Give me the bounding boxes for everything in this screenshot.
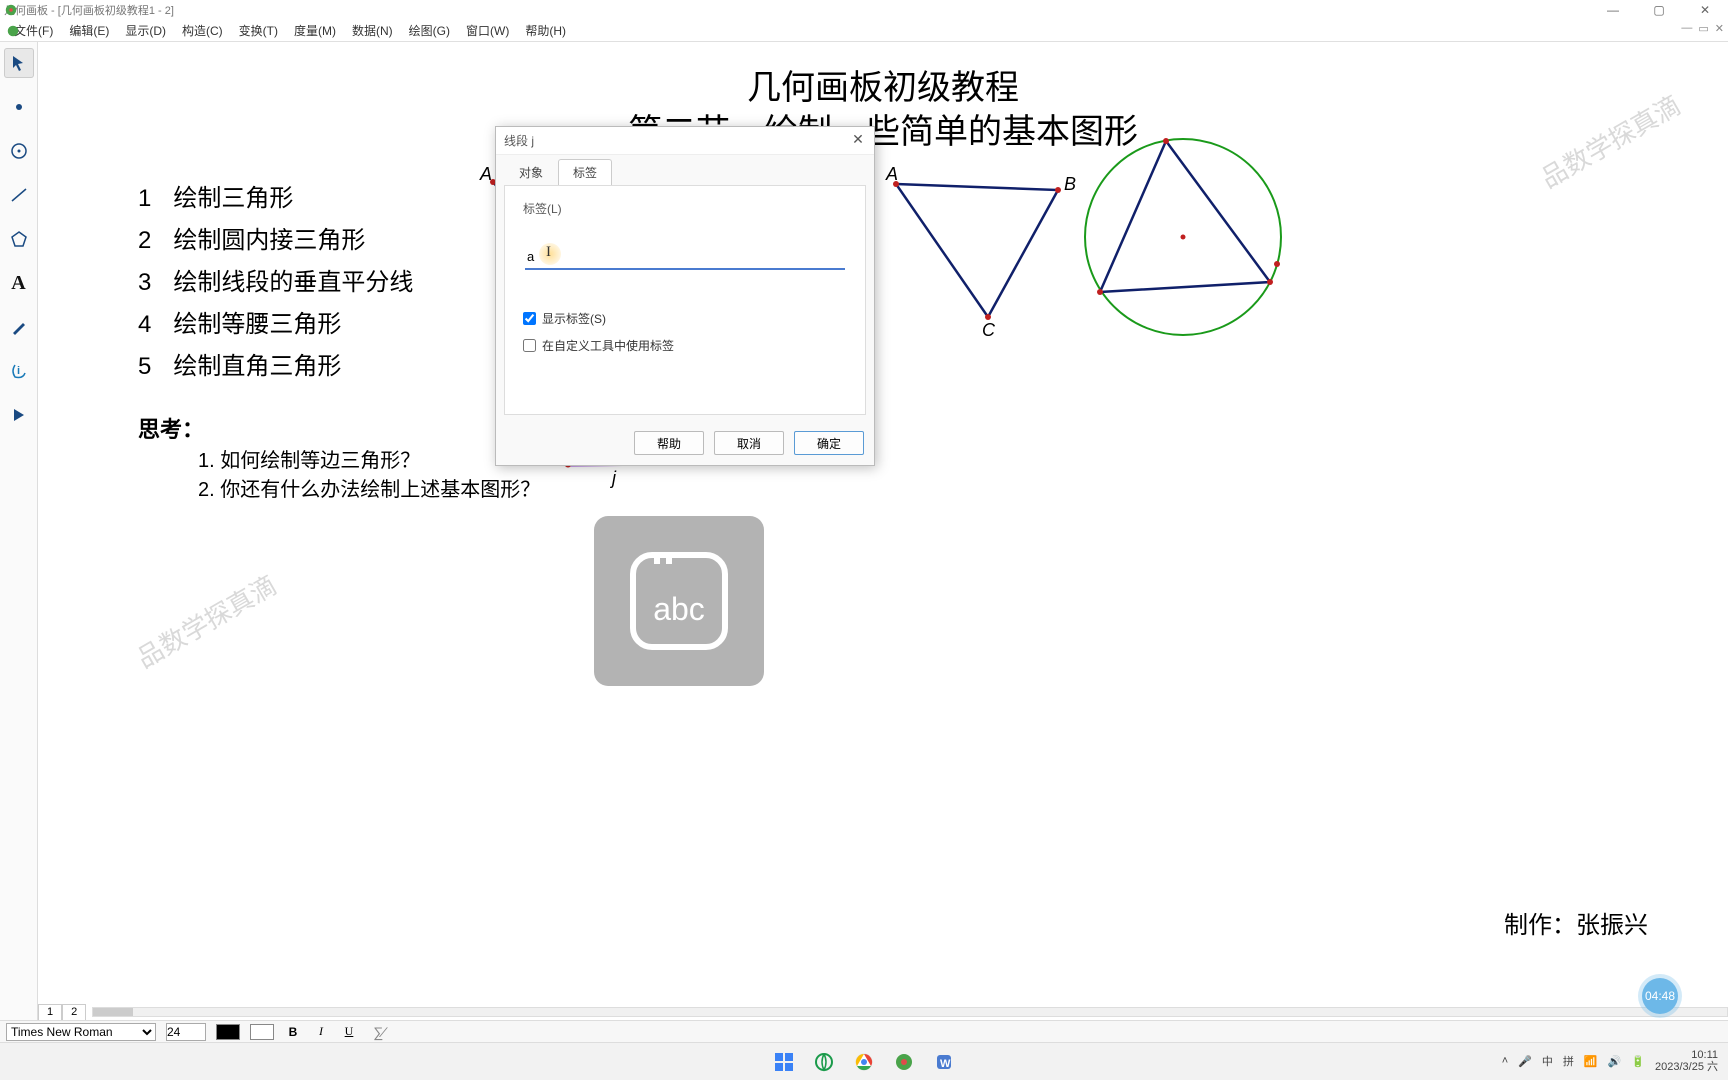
svg-text:A: A: [479, 164, 492, 184]
author-label: 制作：张振兴: [1504, 905, 1648, 940]
menu-bar: 文件(F) 编辑(E) 显示(D) 构造(C) 变换(T) 度量(M) 数据(N…: [0, 20, 1728, 42]
h-scrollbar[interactable]: [92, 1007, 1728, 1017]
svg-text:j: j: [609, 468, 617, 488]
tool-polygon[interactable]: [4, 224, 34, 254]
tool-point[interactable]: [4, 92, 34, 122]
app-icon: [4, 3, 18, 17]
label-dialog: 线段 j ✕ 对象 标签 标签(L) 显示标签(S) 在自定义工具中使用标签 帮…: [495, 126, 875, 466]
menu-graph[interactable]: 绘图(G): [401, 22, 458, 39]
menu-display[interactable]: 显示(D): [117, 22, 174, 39]
maximize-button[interactable]: ▢: [1636, 0, 1682, 20]
mdi-controls: — ▭ ✕: [1681, 22, 1724, 35]
format-bar: Times New Roman B I U ∑∕: [0, 1020, 1728, 1042]
tray-chevron-icon[interactable]: ˄: [1502, 1055, 1508, 1067]
show-label-checkbox[interactable]: 显示标签(S): [523, 310, 847, 327]
tool-marker[interactable]: [4, 312, 34, 342]
underline-button[interactable]: U: [340, 1024, 358, 1039]
window-controls: — ▢ ✕: [1590, 0, 1728, 20]
svg-text:i: i: [17, 365, 20, 377]
math-button[interactable]: ∑∕: [368, 1024, 390, 1040]
mdi-max[interactable]: ▭: [1698, 22, 1708, 35]
text-cursor-icon: [539, 243, 561, 265]
italic-button[interactable]: I: [312, 1024, 330, 1039]
page-tab-2[interactable]: 2: [62, 1004, 86, 1020]
taskbar-app-3[interactable]: W: [931, 1049, 957, 1075]
close-button[interactable]: ✕: [1682, 0, 1728, 20]
tool-text[interactable]: A: [4, 268, 34, 298]
label-field-caption: 标签(L): [523, 200, 851, 217]
tray-mic-icon[interactable]: 🎤: [1518, 1055, 1532, 1068]
doc-icon: [6, 24, 20, 38]
menu-transform[interactable]: 变换(T): [231, 22, 286, 39]
taskbar: W ˄ 🎤 中 拼 📶 🔊 🔋 10:11 2023/3/25 六: [0, 1042, 1728, 1080]
tray-battery-icon[interactable]: 🔋: [1631, 1055, 1645, 1068]
dialog-close-button[interactable]: ✕: [848, 131, 868, 148]
tool-custom[interactable]: [4, 400, 34, 430]
tray-sound-icon[interactable]: 🔊: [1608, 1055, 1622, 1068]
tab-object[interactable]: 对象: [504, 159, 558, 185]
customtool-label-checkbox[interactable]: 在自定义工具中使用标签: [523, 337, 847, 354]
mdi-close[interactable]: ✕: [1715, 22, 1724, 35]
taskbar-app-gsp[interactable]: [891, 1049, 917, 1075]
tool-arrow[interactable]: [4, 48, 34, 78]
recording-timer[interactable]: 04:48: [1642, 978, 1678, 1014]
text-color[interactable]: [216, 1024, 240, 1040]
tray-clock[interactable]: 10:11 2023/3/25 六: [1655, 1049, 1718, 1073]
help-button[interactable]: 帮助: [634, 431, 704, 455]
tool-line[interactable]: [4, 180, 34, 210]
taskbar-app-1[interactable]: [811, 1049, 837, 1075]
tab-label[interactable]: 标签: [558, 159, 612, 185]
menu-construct[interactable]: 构造(C): [174, 22, 231, 39]
mdi-min[interactable]: —: [1681, 22, 1692, 35]
menu-help[interactable]: 帮助(H): [517, 22, 574, 39]
tool-circle[interactable]: [4, 136, 34, 166]
start-button[interactable]: [771, 1049, 797, 1075]
bg-color[interactable]: [250, 1024, 274, 1040]
bold-button[interactable]: B: [284, 1025, 302, 1039]
svg-text:B: B: [1064, 174, 1076, 194]
fontsize-input[interactable]: [166, 1023, 206, 1041]
svg-text:W: W: [940, 1058, 951, 1070]
window-titlebar: 几何画板 - [几何画板初级教程1 - 2]: [0, 0, 1728, 20]
minimize-button[interactable]: —: [1590, 0, 1636, 20]
ok-button[interactable]: 确定: [794, 431, 864, 455]
tool-info[interactable]: i: [4, 356, 34, 386]
taskbar-app-2[interactable]: [851, 1049, 877, 1075]
svg-text:A: A: [885, 164, 898, 184]
canvas[interactable]: 几何画板初级教程 第二节 绘制一些简单的基本图形 1绘制三角形 2绘制圆内接三角…: [38, 42, 1728, 1020]
label-input[interactable]: [525, 245, 845, 270]
menu-measure[interactable]: 度量(M): [286, 22, 344, 39]
dialog-title: 线段 j: [496, 127, 874, 155]
system-tray: ˄ 🎤 中 拼 📶 🔊 🔋 10:11 2023/3/25 六: [1502, 1042, 1718, 1080]
page-tabs: 1 2: [38, 1004, 1728, 1020]
left-toolbar: A i: [0, 42, 38, 1020]
cancel-button[interactable]: 取消: [714, 431, 784, 455]
tray-wifi-icon[interactable]: 📶: [1584, 1055, 1598, 1068]
menu-window[interactable]: 窗口(W): [458, 22, 517, 39]
ime-indicator: abc: [594, 516, 764, 686]
menu-data[interactable]: 数据(N): [344, 22, 401, 39]
tray-ime-lang[interactable]: 中: [1542, 1053, 1553, 1069]
watermark: 品数学探真滴: [1533, 85, 1687, 195]
menu-edit[interactable]: 编辑(E): [61, 22, 117, 39]
tray-ime-mode[interactable]: 拼: [1563, 1053, 1574, 1069]
font-select[interactable]: Times New Roman: [6, 1023, 156, 1041]
svg-text:C: C: [982, 320, 996, 340]
window-title: 几何画板 - [几何画板初级教程1 - 2]: [4, 2, 174, 18]
page-tab-1[interactable]: 1: [38, 1004, 62, 1020]
